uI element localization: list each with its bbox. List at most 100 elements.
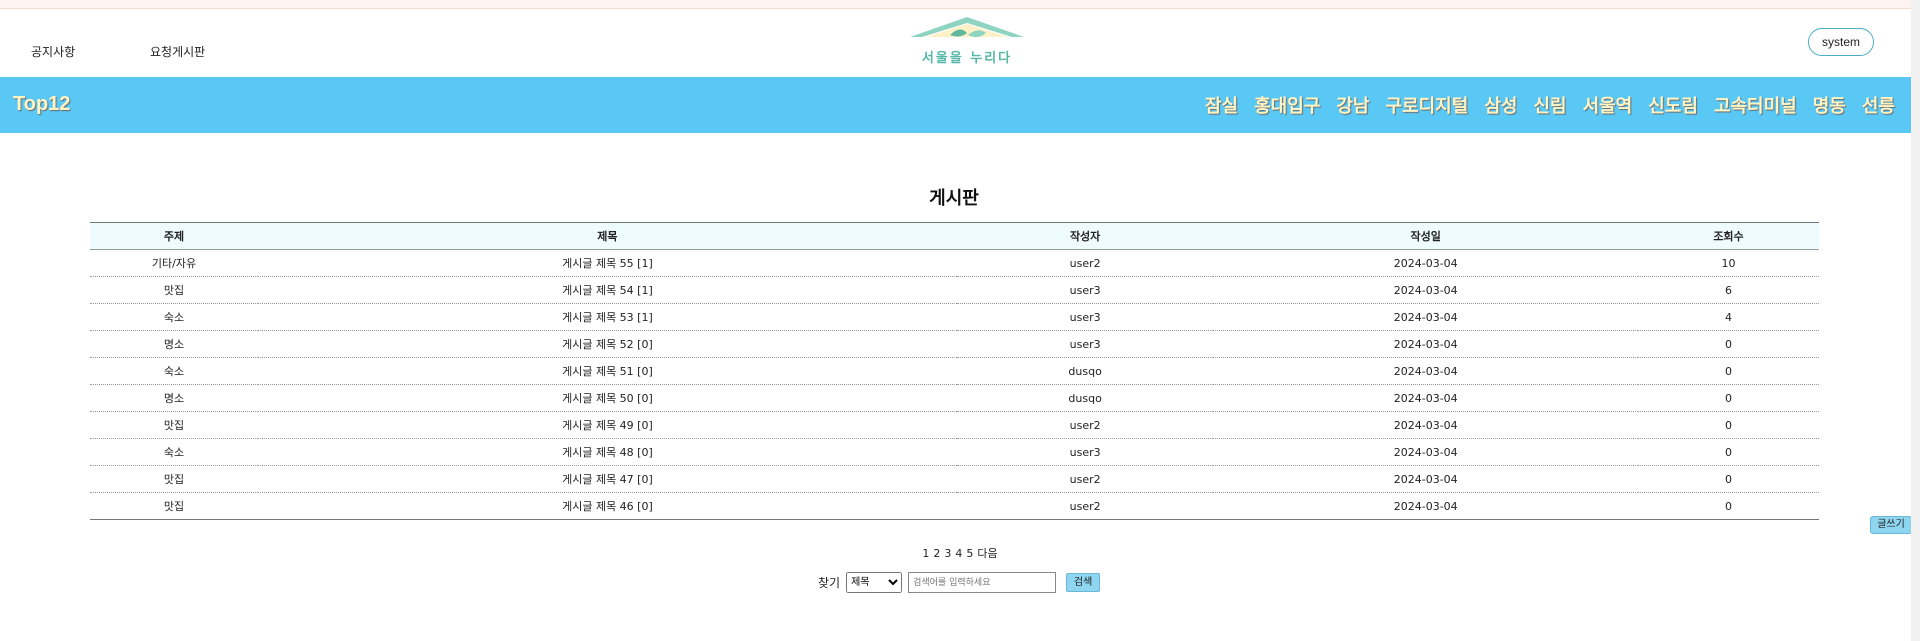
cell-topic: 숙소	[90, 438, 259, 466]
cell-date: 2024-03-04	[1213, 249, 1638, 277]
page-link-3[interactable]: 3	[944, 547, 951, 560]
page-link-5[interactable]: 5	[966, 547, 973, 560]
site-logo[interactable]: 서울을 누리다	[900, 15, 1034, 73]
cell-author: user2	[956, 465, 1214, 493]
cell-date: 2024-03-04	[1213, 384, 1638, 412]
cell-views: 6	[1638, 276, 1819, 304]
cell-author: user3	[956, 303, 1214, 331]
nav-item-samseong[interactable]: 삼성	[1484, 92, 1517, 118]
request-board-link[interactable]: 요청게시판	[150, 43, 205, 60]
board-table: 주제 제목 작성자 작성일 조회수 기타/자유 게시글 제목 55 [1] user…	[90, 222, 1819, 520]
cell-date: 2024-03-04	[1213, 492, 1638, 520]
nav-item-seolleung[interactable]: 선릉	[1862, 92, 1895, 118]
notice-link[interactable]: 공지사항	[31, 43, 75, 60]
next-page-link[interactable]: 다음	[977, 547, 997, 560]
search-field-select[interactable]: 제목	[846, 572, 903, 593]
cell-date: 2024-03-04	[1213, 276, 1638, 304]
region-nav-list: 잠실 홍대입구 강남 구로디지털 삼성 신림 서울역 신도림 고속터미널 명동 …	[1205, 92, 1895, 118]
cell-topic: 명소	[90, 330, 259, 358]
cell-views: 0	[1638, 465, 1819, 493]
cell-title-link[interactable]: 게시글 제목 49 [0]	[258, 411, 957, 439]
cell-date: 2024-03-04	[1213, 357, 1638, 385]
table-row[interactable]: 맛집 게시글 제목 47 [0] user2 2024-03-04 0	[90, 465, 1819, 493]
write-post-button[interactable]: 글쓰기	[1870, 516, 1912, 534]
cell-title-link[interactable]: 게시글 제목 46 [0]	[258, 492, 957, 520]
logo-text: 서울을 누리다	[922, 50, 1012, 66]
search-button[interactable]: 검색	[1066, 573, 1101, 592]
column-header-title: 제목	[258, 222, 957, 250]
cell-views: 0	[1638, 357, 1819, 385]
cell-date: 2024-03-04	[1213, 330, 1638, 358]
cell-topic: 맛집	[90, 411, 259, 439]
cell-author: user3	[956, 330, 1214, 358]
cell-author: dusqo	[956, 384, 1214, 412]
page-link-2[interactable]: 2	[933, 547, 940, 560]
table-row[interactable]: 맛집 게시글 제목 49 [0] user2 2024-03-04 0	[90, 411, 1819, 439]
cell-topic: 숙소	[90, 357, 259, 385]
cell-views: 10	[1638, 249, 1819, 277]
cell-views: 0	[1638, 330, 1819, 358]
table-row[interactable]: 명소 게시글 제목 52 [0] user3 2024-03-04 0	[90, 330, 1819, 358]
user-menu-button[interactable]: system	[1808, 28, 1874, 56]
nav-item-seoul-station[interactable]: 서울역	[1583, 92, 1633, 118]
nav-item-hongdae[interactable]: 홍대입구	[1254, 92, 1320, 118]
cell-author: user2	[956, 492, 1214, 520]
cell-views: 4	[1638, 303, 1819, 331]
nav-item-myeongdong[interactable]: 명동	[1813, 92, 1846, 118]
column-header-author: 작성자	[956, 222, 1214, 250]
nav-item-guro-digital[interactable]: 구로디지털	[1386, 92, 1469, 118]
column-header-topic: 주제	[90, 222, 259, 250]
cell-topic: 맛집	[90, 465, 259, 493]
nav-item-bus-terminal[interactable]: 고속터미널	[1714, 92, 1797, 118]
table-row[interactable]: 기타/자유 게시글 제목 55 [1] user2 2024-03-04 10	[90, 249, 1819, 277]
cell-topic: 명소	[90, 384, 259, 412]
table-row[interactable]: 맛집 게시글 제목 54 [1] user3 2024-03-04 6	[90, 276, 1819, 304]
table-row[interactable]: 숙소 게시글 제목 51 [0] dusqo 2024-03-04 0	[90, 357, 1819, 385]
pagination: 1 2 3 4 5 다음	[0, 545, 1920, 561]
page-link-4[interactable]: 4	[955, 547, 962, 560]
cell-title-link[interactable]: 게시글 제목 50 [0]	[258, 384, 957, 412]
cell-topic: 기타/자유	[90, 249, 259, 277]
cell-author: dusqo	[956, 357, 1214, 385]
cell-title-link[interactable]: 게시글 제목 48 [0]	[258, 438, 957, 466]
cell-author: user2	[956, 411, 1214, 439]
cell-topic: 맛집	[90, 492, 259, 520]
nav-item-sillim[interactable]: 신림	[1533, 92, 1566, 118]
cell-views: 0	[1638, 411, 1819, 439]
cell-views: 0	[1638, 438, 1819, 466]
column-header-views: 조회수	[1638, 222, 1819, 250]
cell-title-link[interactable]: 게시글 제목 54 [1]	[258, 276, 957, 304]
table-header-row: 주제 제목 작성자 작성일 조회수	[90, 222, 1819, 250]
cell-views: 0	[1638, 384, 1819, 412]
cell-date: 2024-03-04	[1213, 411, 1638, 439]
board-title: 게시판	[929, 188, 979, 209]
nav-item-sindorim[interactable]: 신도림	[1648, 92, 1698, 118]
cell-title-link[interactable]: 게시글 제목 53 [1]	[258, 303, 957, 331]
top-strip	[0, 0, 1920, 9]
cell-author: user2	[956, 249, 1214, 277]
table-row[interactable]: 숙소 게시글 제목 48 [0] user3 2024-03-04 0	[90, 438, 1819, 466]
nav-item-jamsil[interactable]: 잠실	[1205, 92, 1238, 118]
cell-author: user3	[956, 438, 1214, 466]
cell-date: 2024-03-04	[1213, 438, 1638, 466]
cell-title-link[interactable]: 게시글 제목 52 [0]	[258, 330, 957, 358]
region-navbar: Top12 잠실 홍대입구 강남 구로디지털 삼성 신림 서울역 신도림 고속터…	[0, 77, 1920, 133]
cell-date: 2024-03-04	[1213, 465, 1638, 493]
vertical-scrollbar[interactable]	[1911, 0, 1920, 641]
cell-views: 0	[1638, 492, 1819, 520]
table-row[interactable]: 숙소 게시글 제목 53 [1] user3 2024-03-04 4	[90, 303, 1819, 331]
cell-topic: 맛집	[90, 276, 259, 304]
nav-item-gangnam[interactable]: 강남	[1336, 92, 1369, 118]
page-link-1[interactable]: 1	[922, 547, 929, 560]
cell-title-link[interactable]: 게시글 제목 47 [0]	[258, 465, 957, 493]
search-bar: 찾기 제목 검색	[818, 572, 1101, 593]
cell-author: user3	[956, 276, 1214, 304]
table-row[interactable]: 맛집 게시글 제목 46 [0] user2 2024-03-04 0	[90, 492, 1819, 520]
cell-title-link[interactable]: 게시글 제목 51 [0]	[258, 357, 957, 385]
table-row[interactable]: 명소 게시글 제목 50 [0] dusqo 2024-03-04 0	[90, 384, 1819, 412]
cell-title-link[interactable]: 게시글 제목 55 [1]	[258, 249, 957, 277]
navbar-brand[interactable]: Top12	[13, 93, 70, 116]
search-input[interactable]	[908, 572, 1057, 593]
cell-topic: 숙소	[90, 303, 259, 331]
search-label: 찾기	[818, 576, 841, 590]
